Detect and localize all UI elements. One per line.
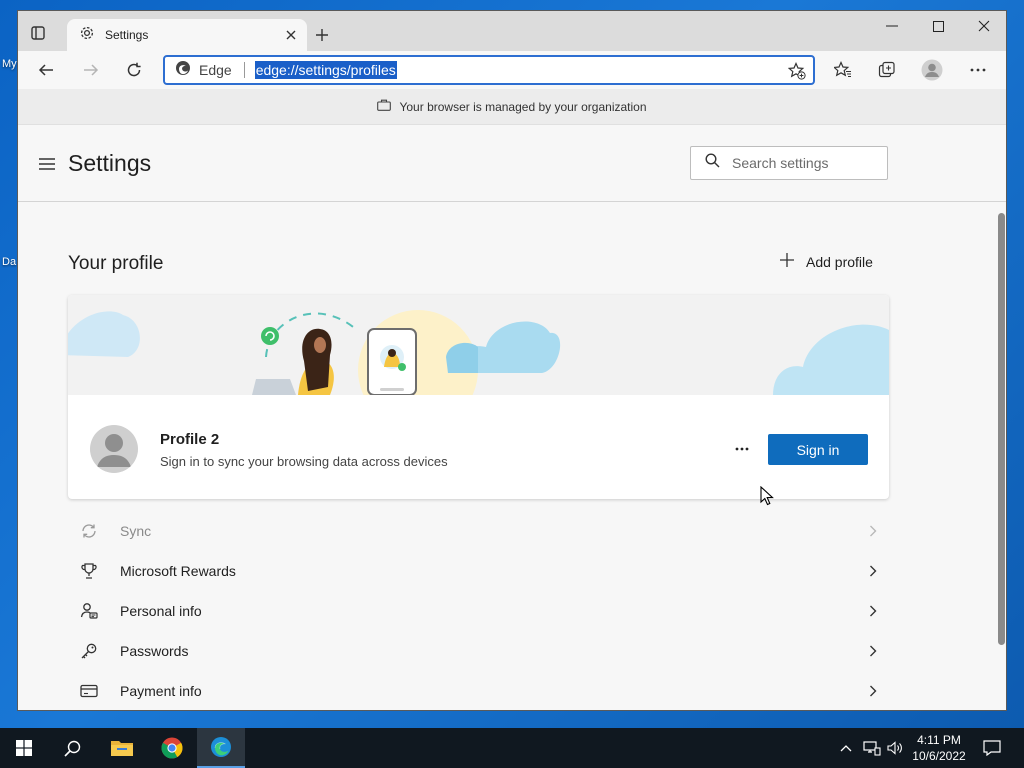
menu-item-label: Passwords — [120, 643, 189, 659]
add-favorite-icon[interactable] — [787, 61, 807, 81]
tab-settings[interactable]: Settings — [67, 19, 307, 51]
browser-window: Settings Edge edge://settings/profiles Y… — [17, 10, 1007, 711]
chevron-right-icon — [863, 685, 883, 697]
chevron-right-icon — [863, 605, 883, 617]
maximize-button[interactable] — [915, 11, 961, 41]
briefcase-icon — [377, 99, 392, 114]
chevron-right-icon — [863, 525, 883, 537]
new-tab-button[interactable] — [311, 24, 333, 46]
sync-icon — [68, 522, 108, 540]
address-bar[interactable]: Edge edge://settings/profiles — [163, 55, 815, 85]
add-profile-label: Add profile — [806, 253, 873, 270]
navigation-toolbar: Edge edge://settings/profiles — [18, 51, 1006, 89]
page-title: Settings — [68, 150, 152, 176]
url-text[interactable]: edge://settings/profiles — [254, 61, 397, 79]
menu-item-label: Sync — [120, 523, 152, 539]
chevron-right-icon — [863, 565, 883, 577]
edge-logo-icon — [175, 60, 191, 81]
site-info[interactable]: Edge — [165, 60, 232, 81]
avatar — [90, 425, 138, 473]
profile-more-icon[interactable] — [728, 437, 756, 461]
site-label: Edge — [199, 62, 232, 78]
address-divider — [243, 62, 245, 78]
menu-item-label: Microsoft Rewards — [120, 563, 236, 579]
notification-icon[interactable] — [980, 736, 1004, 760]
chevron-up-icon[interactable] — [834, 728, 858, 768]
desktop-icon-label[interactable]: Da — [2, 256, 16, 268]
menu-item-payment-info[interactable]: Payment info — [68, 671, 889, 710]
menu-item-label: Payment info — [120, 683, 202, 699]
menu-item-label: Personal info — [120, 603, 202, 619]
taskbar: 4:11 PM 10/6/2022 — [0, 728, 1024, 768]
menu-item-microsoft-rewards[interactable]: Microsoft Rewards — [68, 551, 889, 591]
minimize-button[interactable] — [869, 11, 915, 41]
menu-icon[interactable] — [38, 157, 56, 171]
collections-icon[interactable] — [873, 56, 901, 84]
scrollbar-thumb[interactable] — [998, 213, 1005, 645]
personal-info-icon — [68, 602, 108, 620]
refresh-button[interactable] — [120, 56, 148, 84]
desktop-icon-label[interactable]: My — [2, 58, 17, 70]
plus-icon — [780, 253, 794, 270]
profile-illustration — [68, 295, 889, 430]
profile-avatar-icon[interactable] — [918, 56, 946, 84]
close-window-button[interactable] — [961, 11, 1006, 41]
mouse-cursor-icon — [760, 485, 774, 511]
profile-name: Profile 2 — [160, 431, 220, 448]
chevron-right-icon — [863, 645, 883, 657]
clock-time: 4:11 PM — [917, 733, 961, 747]
profile-subtitle: Sign in to sync your browsing data acros… — [160, 454, 448, 469]
start-button[interactable] — [0, 728, 48, 768]
tab-title: Settings — [105, 28, 149, 42]
network-icon[interactable] — [860, 728, 884, 768]
managed-text: Your browser is managed by your organiza… — [399, 99, 647, 114]
profile-card: Profile 2 Sign in to sync your browsing … — [68, 295, 889, 499]
clock-date: 10/6/2022 — [912, 749, 966, 763]
more-options-icon[interactable] — [964, 56, 992, 84]
tab-strip: Settings — [18, 11, 1006, 51]
menu-item-passwords[interactable]: Passwords — [68, 631, 889, 671]
back-button[interactable] — [32, 56, 60, 84]
trophy-icon — [68, 562, 108, 580]
settings-page: Settings Your profile Add profile — [18, 125, 1006, 710]
key-icon — [68, 642, 108, 660]
add-profile-button[interactable]: Add profile — [780, 253, 873, 270]
card-icon — [68, 684, 108, 698]
favorites-icon[interactable] — [829, 56, 857, 84]
menu-item-personal-info[interactable]: Personal info — [68, 591, 889, 631]
sign-in-button[interactable]: Sign in — [768, 434, 868, 465]
menu-item-sync[interactable]: Sync — [68, 511, 889, 551]
search-taskbar-icon[interactable] — [48, 728, 96, 768]
settings-header: Settings — [18, 125, 1006, 202]
search-input[interactable] — [732, 155, 872, 171]
system-clock[interactable]: 4:11 PM 10/6/2022 — [904, 732, 974, 764]
edge-taskbar-icon[interactable] — [197, 728, 245, 768]
tab-actions-icon[interactable] — [30, 25, 46, 41]
forward-button[interactable] — [77, 56, 105, 84]
search-box[interactable] — [690, 146, 888, 180]
file-explorer-icon[interactable] — [98, 728, 146, 768]
volume-icon[interactable] — [884, 728, 906, 768]
chrome-icon[interactable] — [148, 728, 196, 768]
gear-icon — [79, 25, 95, 46]
managed-banner: Your browser is managed by your organiza… — [18, 89, 1006, 125]
close-tab-icon[interactable] — [279, 23, 303, 47]
section-title: Your profile — [68, 253, 164, 274]
search-icon — [705, 153, 720, 173]
